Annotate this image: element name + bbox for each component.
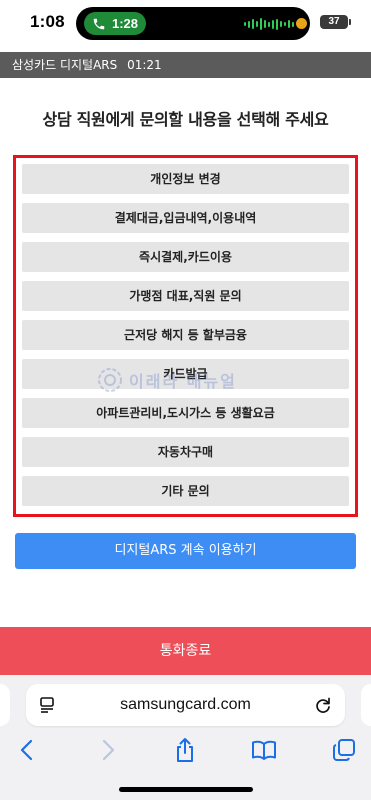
watermark-logo-icon — [98, 368, 122, 392]
option-car-purchase[interactable]: 자동차구매 — [22, 437, 349, 467]
end-call-button[interactable]: 통화종료 — [0, 627, 371, 675]
watermark: 이래라 매뉴얼 — [97, 366, 275, 394]
call-duration: 1:28 — [112, 16, 139, 31]
continue-digital-ars-button[interactable]: 디지털ARS 계속 이용하기 — [15, 533, 356, 569]
option-instant-payment[interactable]: 즉시결제,카드이용 — [22, 242, 349, 272]
chevron-right-icon — [102, 739, 115, 761]
status-time: 1:08 — [30, 12, 65, 31]
ars-header-timer: 01:21 — [127, 58, 162, 72]
home-indicator[interactable] — [119, 787, 253, 792]
recording-indicator-icon — [296, 18, 307, 29]
phone-icon — [93, 18, 105, 29]
option-personal-info[interactable]: 개인정보 변경 — [22, 164, 349, 194]
audio-waveform-icon — [244, 17, 294, 31]
back-button[interactable] — [12, 735, 42, 765]
address-bar[interactable]: samsungcard.com — [26, 684, 345, 726]
forward-button[interactable] — [93, 735, 123, 765]
dynamic-island[interactable]: 1:28 — [76, 7, 310, 40]
browser-toolbar — [0, 735, 371, 765]
url-text: samsungcard.com — [120, 696, 251, 713]
option-installment-finance[interactable]: 근저당 해지 등 할부금융 — [22, 320, 349, 350]
option-payment-history[interactable]: 결제대금,입금내역,이용내역 — [22, 203, 349, 233]
battery-icon: 37 — [320, 15, 351, 29]
previous-tab-peek[interactable] — [0, 684, 10, 726]
ars-header-title: 삼성카드 디지털ARS — [12, 58, 118, 72]
option-other-inquiry[interactable]: 기타 문의 — [22, 476, 349, 506]
option-merchant-inquiry[interactable]: 가맹점 대표,직원 문의 — [22, 281, 349, 311]
tabs-icon — [333, 739, 355, 761]
options-highlight-frame: 개인정보 변경 결제대금,입금내역,이용내역 즉시결제,카드이용 가맹점 대표,… — [13, 155, 358, 517]
ars-header: 삼성카드 디지털ARS 01:21 — [0, 52, 371, 78]
share-button[interactable] — [170, 735, 200, 765]
bookmarks-button[interactable] — [249, 735, 279, 765]
book-icon — [252, 740, 276, 760]
tabs-button[interactable] — [329, 735, 359, 765]
reload-icon[interactable] — [313, 695, 333, 715]
option-utility-bills[interactable]: 아파트관리비,도시가스 등 생활요금 — [22, 398, 349, 428]
browser-bar: samsungcard.com — [0, 675, 371, 800]
watermark-text: 이래라 매뉴얼 — [129, 372, 237, 391]
status-bar: 1:08 1:28 37 — [0, 0, 371, 46]
share-icon — [177, 738, 193, 762]
active-call-pill[interactable]: 1:28 — [84, 12, 146, 35]
next-tab-peek[interactable] — [361, 684, 371, 726]
page-title: 상담 직원에게 문의할 내용을 선택해 주세요 — [42, 110, 329, 129]
chevron-left-icon — [20, 739, 33, 761]
